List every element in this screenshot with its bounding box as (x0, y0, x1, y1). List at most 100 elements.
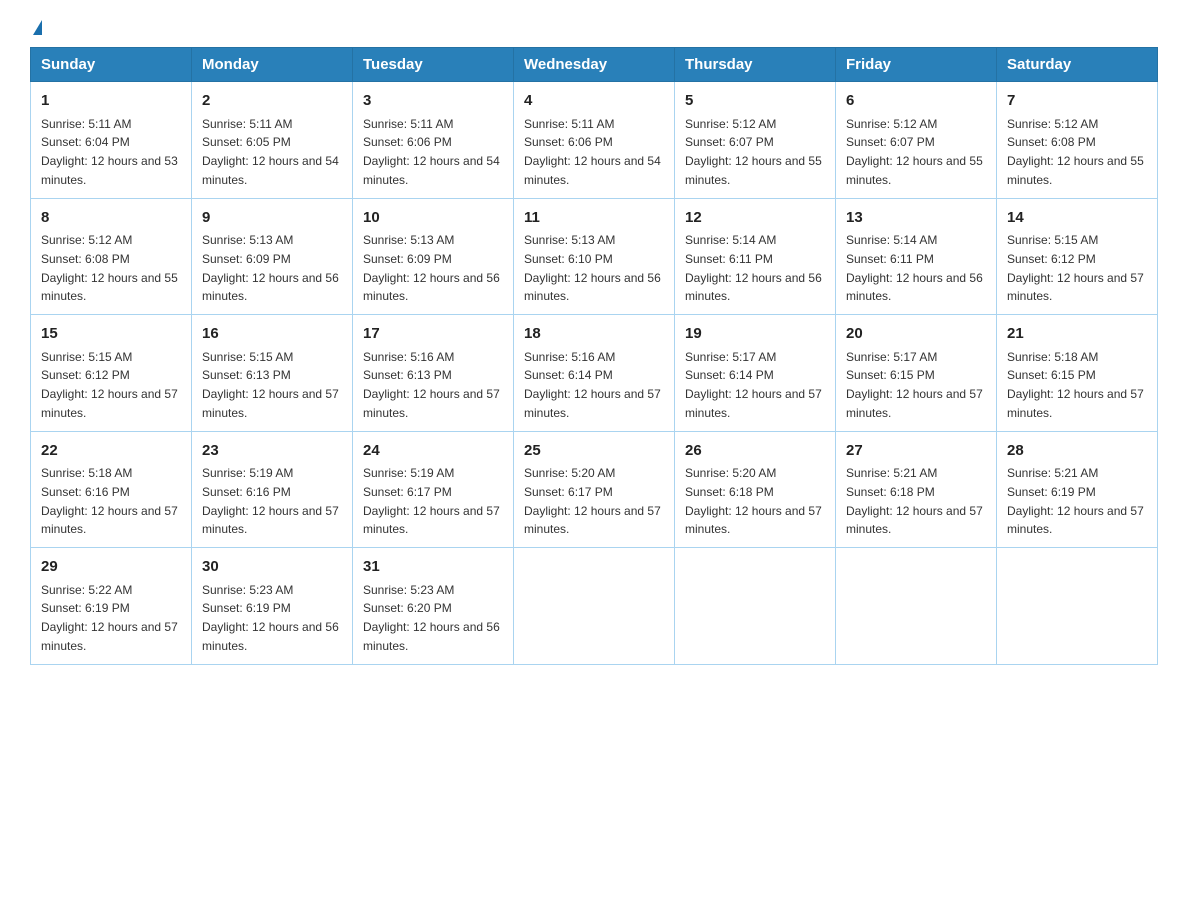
logo-triangle-icon (33, 20, 42, 35)
calendar-table: SundayMondayTuesdayWednesdayThursdayFrid… (30, 47, 1158, 665)
calendar-cell: 7 Sunrise: 5:12 AMSunset: 6:08 PMDayligh… (997, 82, 1158, 199)
day-info: Sunrise: 5:20 AMSunset: 6:17 PMDaylight:… (524, 466, 661, 536)
calendar-cell: 24 Sunrise: 5:19 AMSunset: 6:17 PMDaylig… (353, 431, 514, 548)
calendar-cell: 5 Sunrise: 5:12 AMSunset: 6:07 PMDayligh… (675, 82, 836, 199)
calendar-cell: 23 Sunrise: 5:19 AMSunset: 6:16 PMDaylig… (192, 431, 353, 548)
day-number: 15 (41, 323, 181, 346)
day-number: 1 (41, 90, 181, 113)
day-number: 4 (524, 90, 664, 113)
day-info: Sunrise: 5:18 AMSunset: 6:15 PMDaylight:… (1007, 350, 1144, 420)
day-info: Sunrise: 5:15 AMSunset: 6:13 PMDaylight:… (202, 350, 339, 420)
day-info: Sunrise: 5:12 AMSunset: 6:07 PMDaylight:… (846, 117, 983, 187)
day-number: 5 (685, 90, 825, 113)
calendar-cell: 4 Sunrise: 5:11 AMSunset: 6:06 PMDayligh… (514, 82, 675, 199)
day-info: Sunrise: 5:23 AMSunset: 6:19 PMDaylight:… (202, 583, 339, 653)
day-info: Sunrise: 5:12 AMSunset: 6:08 PMDaylight:… (41, 233, 178, 303)
day-number: 18 (524, 323, 664, 346)
calendar-cell: 9 Sunrise: 5:13 AMSunset: 6:09 PMDayligh… (192, 198, 353, 315)
calendar-cell: 19 Sunrise: 5:17 AMSunset: 6:14 PMDaylig… (675, 315, 836, 432)
day-of-week-header: Wednesday (514, 48, 675, 82)
day-info: Sunrise: 5:15 AMSunset: 6:12 PMDaylight:… (1007, 233, 1144, 303)
day-info: Sunrise: 5:20 AMSunset: 6:18 PMDaylight:… (685, 466, 822, 536)
day-info: Sunrise: 5:16 AMSunset: 6:14 PMDaylight:… (524, 350, 661, 420)
day-of-week-header: Thursday (675, 48, 836, 82)
day-number: 20 (846, 323, 986, 346)
day-number: 25 (524, 440, 664, 463)
calendar-cell: 14 Sunrise: 5:15 AMSunset: 6:12 PMDaylig… (997, 198, 1158, 315)
calendar-cell: 12 Sunrise: 5:14 AMSunset: 6:11 PMDaylig… (675, 198, 836, 315)
calendar-cell: 8 Sunrise: 5:12 AMSunset: 6:08 PMDayligh… (31, 198, 192, 315)
day-info: Sunrise: 5:14 AMSunset: 6:11 PMDaylight:… (685, 233, 822, 303)
day-number: 30 (202, 556, 342, 579)
day-number: 27 (846, 440, 986, 463)
day-number: 28 (1007, 440, 1147, 463)
day-info: Sunrise: 5:13 AMSunset: 6:09 PMDaylight:… (363, 233, 500, 303)
day-number: 13 (846, 207, 986, 230)
day-info: Sunrise: 5:16 AMSunset: 6:13 PMDaylight:… (363, 350, 500, 420)
day-number: 16 (202, 323, 342, 346)
calendar-cell: 13 Sunrise: 5:14 AMSunset: 6:11 PMDaylig… (836, 198, 997, 315)
day-info: Sunrise: 5:15 AMSunset: 6:12 PMDaylight:… (41, 350, 178, 420)
calendar-cell: 29 Sunrise: 5:22 AMSunset: 6:19 PMDaylig… (31, 548, 192, 665)
calendar-cell: 11 Sunrise: 5:13 AMSunset: 6:10 PMDaylig… (514, 198, 675, 315)
calendar-cell: 17 Sunrise: 5:16 AMSunset: 6:13 PMDaylig… (353, 315, 514, 432)
day-number: 2 (202, 90, 342, 113)
day-info: Sunrise: 5:18 AMSunset: 6:16 PMDaylight:… (41, 466, 178, 536)
day-number: 3 (363, 90, 503, 113)
day-number: 22 (41, 440, 181, 463)
calendar-cell (997, 548, 1158, 665)
calendar-week-row: 1 Sunrise: 5:11 AMSunset: 6:04 PMDayligh… (31, 82, 1158, 199)
day-info: Sunrise: 5:11 AMSunset: 6:06 PMDaylight:… (363, 117, 500, 187)
calendar-week-row: 8 Sunrise: 5:12 AMSunset: 6:08 PMDayligh… (31, 198, 1158, 315)
day-number: 23 (202, 440, 342, 463)
calendar-header-row: SundayMondayTuesdayWednesdayThursdayFrid… (31, 48, 1158, 82)
day-info: Sunrise: 5:21 AMSunset: 6:19 PMDaylight:… (1007, 466, 1144, 536)
day-number: 31 (363, 556, 503, 579)
calendar-cell: 3 Sunrise: 5:11 AMSunset: 6:06 PMDayligh… (353, 82, 514, 199)
day-number: 21 (1007, 323, 1147, 346)
day-info: Sunrise: 5:23 AMSunset: 6:20 PMDaylight:… (363, 583, 500, 653)
calendar-cell: 1 Sunrise: 5:11 AMSunset: 6:04 PMDayligh… (31, 82, 192, 199)
day-number: 26 (685, 440, 825, 463)
calendar-cell (514, 548, 675, 665)
day-of-week-header: Sunday (31, 48, 192, 82)
logo (30, 20, 42, 37)
day-number: 29 (41, 556, 181, 579)
page-header (30, 20, 1158, 37)
day-info: Sunrise: 5:17 AMSunset: 6:15 PMDaylight:… (846, 350, 983, 420)
calendar-cell: 20 Sunrise: 5:17 AMSunset: 6:15 PMDaylig… (836, 315, 997, 432)
day-number: 24 (363, 440, 503, 463)
day-number: 11 (524, 207, 664, 230)
day-number: 19 (685, 323, 825, 346)
day-number: 8 (41, 207, 181, 230)
day-info: Sunrise: 5:19 AMSunset: 6:16 PMDaylight:… (202, 466, 339, 536)
day-of-week-header: Monday (192, 48, 353, 82)
calendar-cell: 10 Sunrise: 5:13 AMSunset: 6:09 PMDaylig… (353, 198, 514, 315)
day-of-week-header: Tuesday (353, 48, 514, 82)
day-number: 14 (1007, 207, 1147, 230)
calendar-cell (675, 548, 836, 665)
day-info: Sunrise: 5:13 AMSunset: 6:09 PMDaylight:… (202, 233, 339, 303)
day-number: 7 (1007, 90, 1147, 113)
calendar-cell: 18 Sunrise: 5:16 AMSunset: 6:14 PMDaylig… (514, 315, 675, 432)
calendar-cell: 31 Sunrise: 5:23 AMSunset: 6:20 PMDaylig… (353, 548, 514, 665)
day-info: Sunrise: 5:12 AMSunset: 6:08 PMDaylight:… (1007, 117, 1144, 187)
calendar-cell: 28 Sunrise: 5:21 AMSunset: 6:19 PMDaylig… (997, 431, 1158, 548)
day-info: Sunrise: 5:22 AMSunset: 6:19 PMDaylight:… (41, 583, 178, 653)
day-info: Sunrise: 5:14 AMSunset: 6:11 PMDaylight:… (846, 233, 983, 303)
calendar-cell: 15 Sunrise: 5:15 AMSunset: 6:12 PMDaylig… (31, 315, 192, 432)
calendar-week-row: 29 Sunrise: 5:22 AMSunset: 6:19 PMDaylig… (31, 548, 1158, 665)
calendar-week-row: 15 Sunrise: 5:15 AMSunset: 6:12 PMDaylig… (31, 315, 1158, 432)
day-info: Sunrise: 5:17 AMSunset: 6:14 PMDaylight:… (685, 350, 822, 420)
day-info: Sunrise: 5:21 AMSunset: 6:18 PMDaylight:… (846, 466, 983, 536)
calendar-week-row: 22 Sunrise: 5:18 AMSunset: 6:16 PMDaylig… (31, 431, 1158, 548)
day-info: Sunrise: 5:13 AMSunset: 6:10 PMDaylight:… (524, 233, 661, 303)
calendar-cell: 6 Sunrise: 5:12 AMSunset: 6:07 PMDayligh… (836, 82, 997, 199)
day-number: 6 (846, 90, 986, 113)
day-number: 9 (202, 207, 342, 230)
day-info: Sunrise: 5:11 AMSunset: 6:05 PMDaylight:… (202, 117, 339, 187)
calendar-cell: 21 Sunrise: 5:18 AMSunset: 6:15 PMDaylig… (997, 315, 1158, 432)
calendar-cell: 16 Sunrise: 5:15 AMSunset: 6:13 PMDaylig… (192, 315, 353, 432)
calendar-cell: 26 Sunrise: 5:20 AMSunset: 6:18 PMDaylig… (675, 431, 836, 548)
day-of-week-header: Saturday (997, 48, 1158, 82)
